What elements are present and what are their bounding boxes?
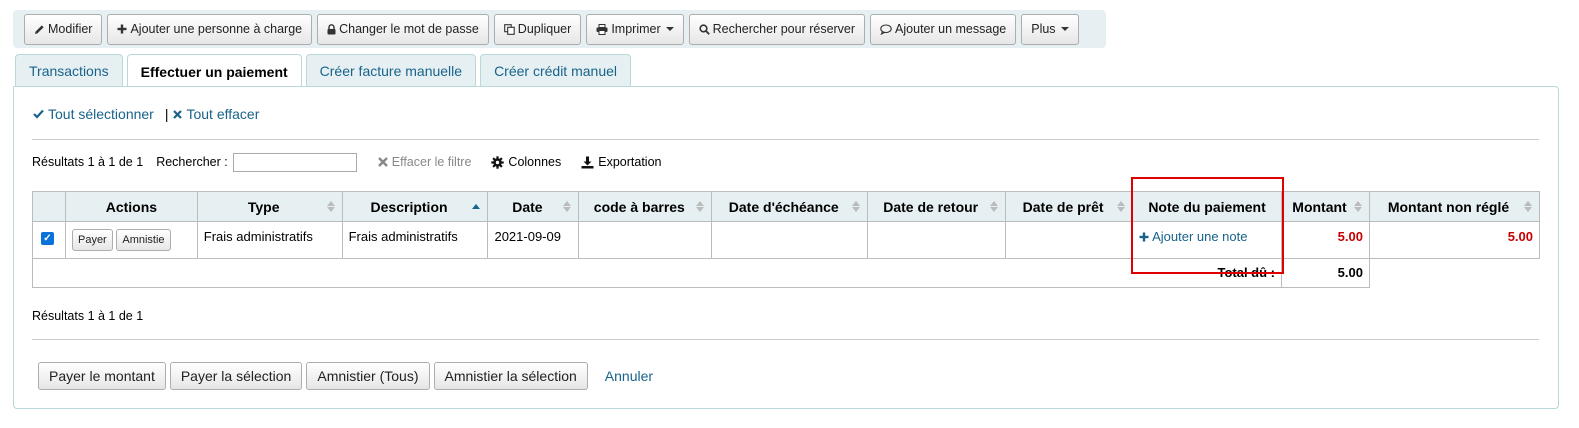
copy-icon (503, 23, 515, 35)
description-cell: Frais administratifs (341, 221, 489, 259)
divider (32, 139, 1539, 140)
results-info-bottom: Résultats 1 à 1 de 1 (32, 309, 144, 323)
row-checkbox[interactable]: ✓ (41, 232, 54, 245)
export-button[interactable]: Exportation (581, 155, 661, 169)
patient-toolbar: Modifier Ajouter une personne à charge C… (13, 10, 1106, 48)
lock-icon (327, 23, 336, 35)
tab-make-payment[interactable]: Effectuer un paiement (126, 54, 302, 88)
sort-icon (1353, 201, 1362, 212)
pay-amount-button[interactable]: Payer le montant (38, 362, 166, 390)
plus-icon (1139, 232, 1149, 241)
cancel-link[interactable]: Annuler (605, 368, 653, 384)
column-header-outstanding[interactable]: Montant non réglé (1368, 191, 1541, 222)
sort-icon (326, 201, 335, 212)
print-button[interactable]: Imprimer (586, 13, 684, 45)
sort-ascending-icon (472, 204, 481, 209)
column-header-description[interactable]: Description (341, 191, 489, 222)
chevron-down-icon (1060, 27, 1069, 31)
divider (32, 339, 1539, 340)
due-date-cell (711, 221, 869, 259)
payment-note-cell: Ajouter une note (1132, 221, 1283, 259)
actions-cell: Payer Amnistie (64, 221, 198, 259)
columns-button[interactable]: Colonnes (491, 155, 561, 169)
checkout-date-cell (1005, 221, 1134, 259)
table-filter-bar: Résultats 1 à 1 de 1 Rechercher : Efface… (32, 150, 661, 174)
forgive-button[interactable]: Amnistie (116, 229, 171, 251)
download-icon (581, 156, 594, 168)
column-header-date[interactable]: Date (487, 191, 580, 222)
return-date-cell (867, 221, 1007, 259)
select-all-link[interactable]: Tout sélectionner (33, 106, 154, 122)
change-password-button[interactable]: Changer le mot de passe (317, 13, 489, 45)
forgive-all-button[interactable]: Amnistier (Tous) (306, 362, 430, 390)
column-header-type[interactable]: Type (196, 191, 343, 222)
gear-icon (491, 155, 505, 169)
column-header-amount[interactable]: Montant (1281, 191, 1370, 222)
total-row: Total dû : 5.00 (31, 258, 1540, 288)
column-header-actions: Actions (64, 191, 198, 222)
column-header-payment-note: Note du paiement (1132, 191, 1283, 222)
tab-create-manual-invoice[interactable]: Créer facture manuelle (305, 54, 477, 87)
duplicate-button[interactable]: Dupliquer (493, 13, 582, 45)
tab-create-manual-credit[interactable]: Créer crédit manuel (480, 54, 631, 87)
total-due-value: 5.00 (1281, 258, 1370, 288)
close-icon (377, 157, 388, 167)
search-to-hold-button[interactable]: Rechercher pour réserver (688, 13, 866, 45)
sort-icon (1524, 201, 1532, 212)
column-header-due-date[interactable]: Date d'échéance (711, 191, 869, 222)
pencil-icon (34, 24, 45, 35)
amount-cell: 5.00 (1281, 221, 1370, 259)
sort-icon (563, 201, 572, 212)
forgive-selected-button[interactable]: Amnistier la sélection (433, 362, 588, 390)
search-icon (699, 23, 710, 35)
sort-icon (852, 201, 861, 212)
sort-icon (1117, 201, 1126, 212)
clear-filter-button[interactable]: Effacer le filtre (377, 155, 471, 169)
search-label: Rechercher : (156, 155, 228, 169)
account-lines-table: Actions Type Description Date code à bar… (31, 191, 1541, 288)
pay-selected-button[interactable]: Payer la sélection (169, 362, 303, 390)
total-due-label: Total dû : (31, 258, 1283, 288)
add-note-link[interactable]: Ajouter une note (1139, 229, 1247, 244)
results-info-top: Résultats 1 à 1 de 1 (32, 155, 144, 169)
pay-button[interactable]: Payer (71, 229, 113, 251)
account-tabs: Transactions Effectuer un paiement Créer… (15, 54, 631, 88)
select-column-header (32, 191, 66, 222)
modify-button[interactable]: Modifier (24, 13, 103, 45)
link-separator: | (164, 106, 169, 122)
sort-icon (990, 201, 999, 212)
outstanding-cell: 5.00 (1368, 221, 1541, 259)
sort-icon (696, 201, 705, 212)
check-icon (33, 109, 44, 119)
selection-links: Tout sélectionner | Tout effacer (33, 106, 259, 122)
row-select-cell: ✓ (32, 221, 66, 259)
barcode-cell (578, 221, 713, 259)
add-dependent-button[interactable]: Ajouter une personne à charge (107, 13, 313, 45)
column-header-checkout-date[interactable]: Date de prêt (1005, 191, 1134, 222)
clear-all-link[interactable]: Tout effacer (173, 106, 259, 122)
type-cell: Frais administratifs (196, 221, 343, 259)
column-header-return-date[interactable]: Date de retour (867, 191, 1007, 222)
table-row: ✓ Payer Amnistie Frais administratifs Fr… (32, 221, 1541, 259)
column-header-barcode[interactable]: code à barres (578, 191, 713, 222)
table-header-row: Actions Type Description Date code à bar… (32, 191, 1541, 222)
print-icon (596, 23, 608, 35)
more-button[interactable]: Plus (1021, 13, 1079, 45)
add-message-button[interactable]: Ajouter un message (870, 13, 1017, 45)
chevron-down-icon (665, 27, 674, 31)
tab-transactions[interactable]: Transactions (15, 54, 123, 87)
close-icon (173, 109, 183, 119)
date-cell: 2021-09-09 (487, 221, 580, 259)
payment-actions: Payer le montant Payer la sélection Amni… (38, 362, 653, 390)
search-input[interactable] (232, 152, 357, 172)
comment-icon (880, 23, 892, 35)
plus-icon (117, 24, 127, 34)
